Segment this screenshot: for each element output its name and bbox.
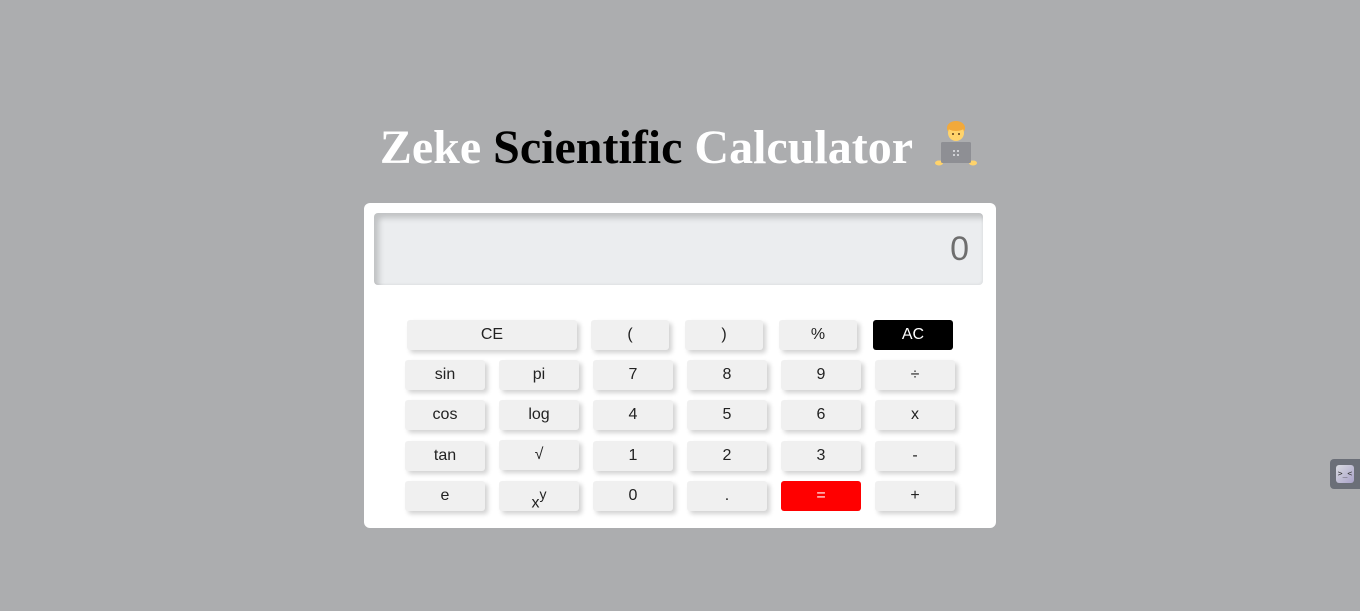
title-word-zeke: Zeke: [379, 121, 482, 174]
decimal-button[interactable]: .: [687, 481, 767, 511]
tan-button[interactable]: tan: [405, 441, 485, 471]
power-base-label: x: [531, 494, 540, 512]
right-paren-button[interactable]: ): [685, 320, 763, 350]
multiply-button[interactable]: x: [875, 400, 955, 430]
left-paren-button[interactable]: (: [591, 320, 669, 350]
plus-button[interactable]: +: [875, 481, 955, 511]
three-button[interactable]: 3: [781, 441, 861, 471]
page-title: Zeke Scientific Calculator: [0, 118, 1360, 178]
one-button[interactable]: 1: [593, 441, 673, 471]
eight-button[interactable]: 8: [687, 360, 767, 390]
clear-entry-button[interactable]: CE: [407, 320, 577, 350]
zero-button[interactable]: 0: [593, 481, 673, 511]
log-button[interactable]: log: [499, 400, 579, 430]
page: Zeke Scientific Calculator 0 CE () % AC…: [0, 0, 1360, 611]
cos-button[interactable]: cos: [405, 400, 485, 430]
seven-button[interactable]: 7: [593, 360, 673, 390]
technologist-emoji-icon: [932, 119, 980, 169]
power-button[interactable]: xy: [499, 481, 579, 511]
percent-button[interactable]: %: [779, 320, 857, 350]
five-button[interactable]: 5: [687, 400, 767, 430]
sin-button[interactable]: sin: [405, 360, 485, 390]
terminal-icon: >_<: [1336, 465, 1354, 483]
euler-e-button[interactable]: e: [405, 481, 485, 511]
divide-button[interactable]: ÷: [875, 360, 955, 390]
six-button[interactable]: 6: [781, 400, 861, 430]
title-word-calculator: Calculator: [694, 121, 913, 174]
pi-button[interactable]: pi: [499, 360, 579, 390]
calculator-panel: 0 CE ( ) % AC sin pi 7 8 9 ÷ cos log 4 5…: [364, 203, 996, 528]
minus-button[interactable]: -: [875, 441, 955, 471]
title-word-scientific: Scientific: [493, 121, 683, 174]
side-widget-tab[interactable]: >_<: [1330, 459, 1360, 489]
all-clear-button[interactable]: AC: [873, 320, 953, 350]
equals-button[interactable]: =: [781, 481, 861, 511]
square-root-button[interactable]: √: [499, 440, 579, 470]
nine-button[interactable]: 9: [781, 360, 861, 390]
power-exponent-label: y: [539, 486, 547, 502]
two-button[interactable]: 2: [687, 441, 767, 471]
calculator-display: 0: [374, 213, 983, 285]
four-button[interactable]: 4: [593, 400, 673, 430]
